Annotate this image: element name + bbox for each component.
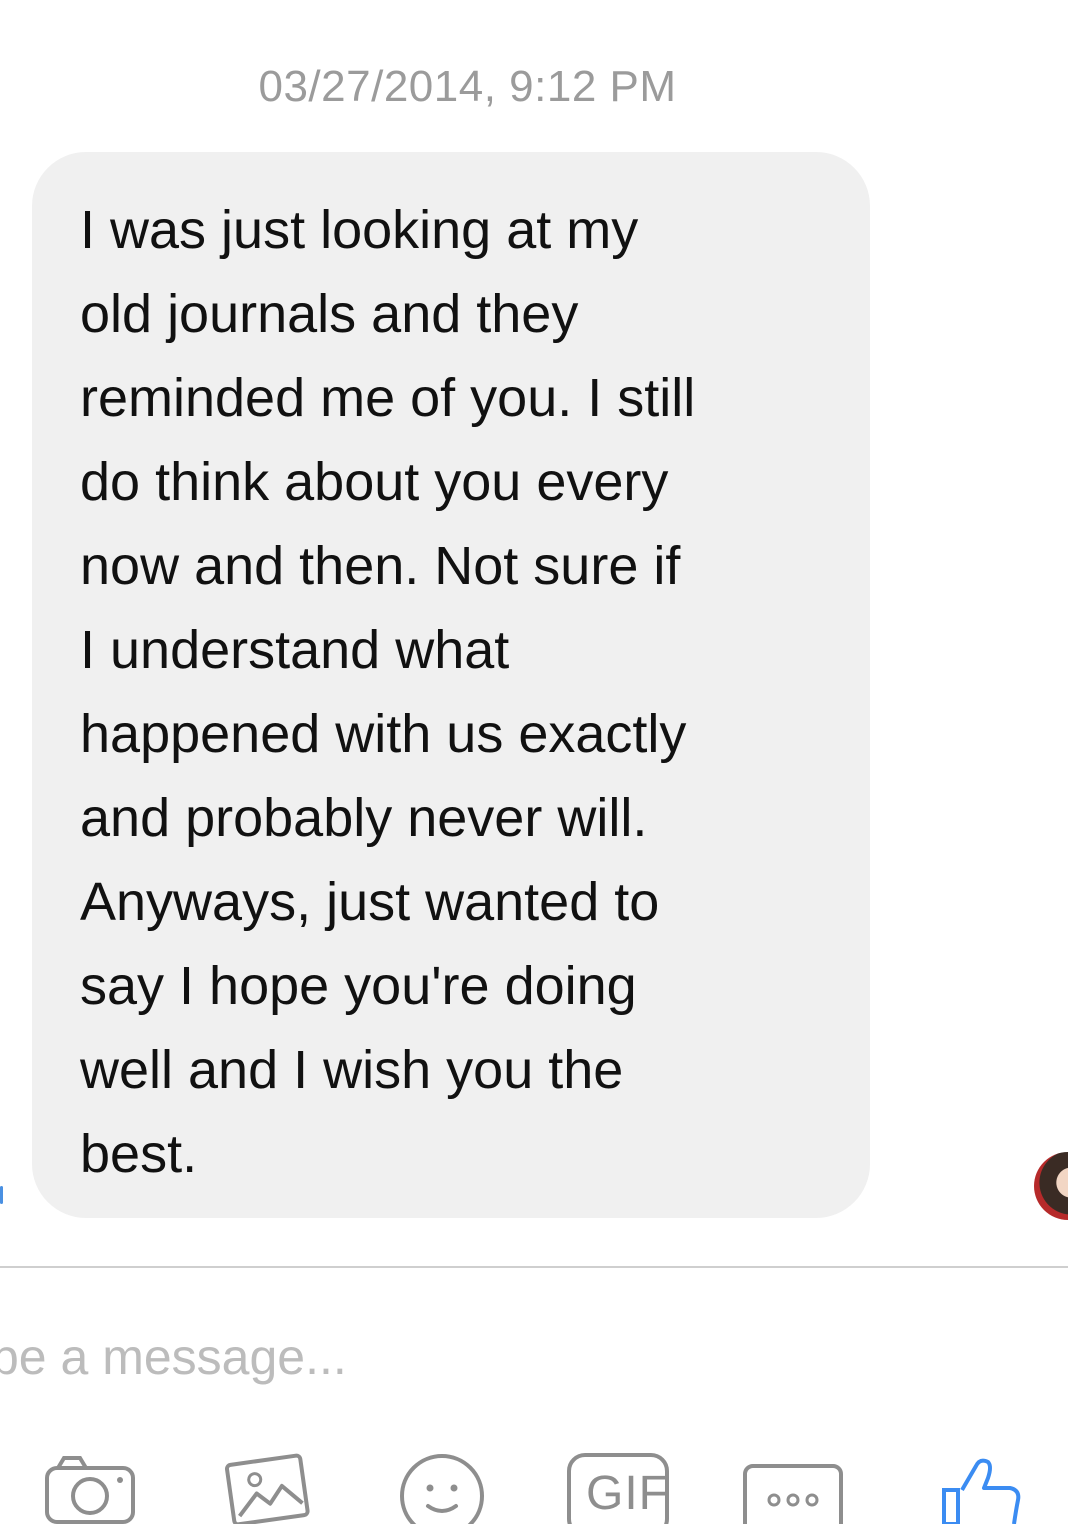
- read-receipt-avatar[interactable]: [1034, 1152, 1068, 1220]
- like-icon[interactable]: [938, 1452, 1028, 1524]
- emoji-icon[interactable]: [398, 1452, 488, 1524]
- message-line: now and then. Not sure if: [80, 536, 681, 596]
- message-line: old journals and they: [80, 284, 579, 344]
- photo-icon[interactable]: [222, 1452, 312, 1524]
- composer-divider: [0, 1266, 1068, 1268]
- message-line: best.: [80, 1124, 198, 1184]
- message-line: reminded me of you. I still: [80, 368, 696, 428]
- more-icon[interactable]: [742, 1452, 844, 1524]
- message-line: say I hope you're doing: [80, 956, 637, 1016]
- message-line: and probably never will.: [80, 788, 648, 848]
- sender-indicator: [0, 1186, 3, 1204]
- message-input[interactable]: [0, 1322, 866, 1392]
- message-bubble[interactable]: I was just looking at my old journals an…: [32, 152, 870, 1218]
- camera-icon[interactable]: [44, 1452, 136, 1524]
- message-line: well and I wish you the: [80, 1040, 624, 1100]
- message-line: I was just looking at my: [80, 200, 639, 260]
- message-line: happened with us exactly: [80, 704, 687, 764]
- gif-button[interactable]: GIF: [566, 1452, 670, 1524]
- message-timestamp: 03/27/2014, 9:12 PM: [258, 62, 677, 111]
- message-text: I was just looking at my old journals an…: [80, 188, 695, 1196]
- message-line: I understand what: [80, 620, 510, 680]
- gif-label: GIF: [586, 1467, 669, 1520]
- message-line: Anyways, just wanted to: [80, 872, 660, 932]
- message-line: do think about you every: [80, 452, 669, 512]
